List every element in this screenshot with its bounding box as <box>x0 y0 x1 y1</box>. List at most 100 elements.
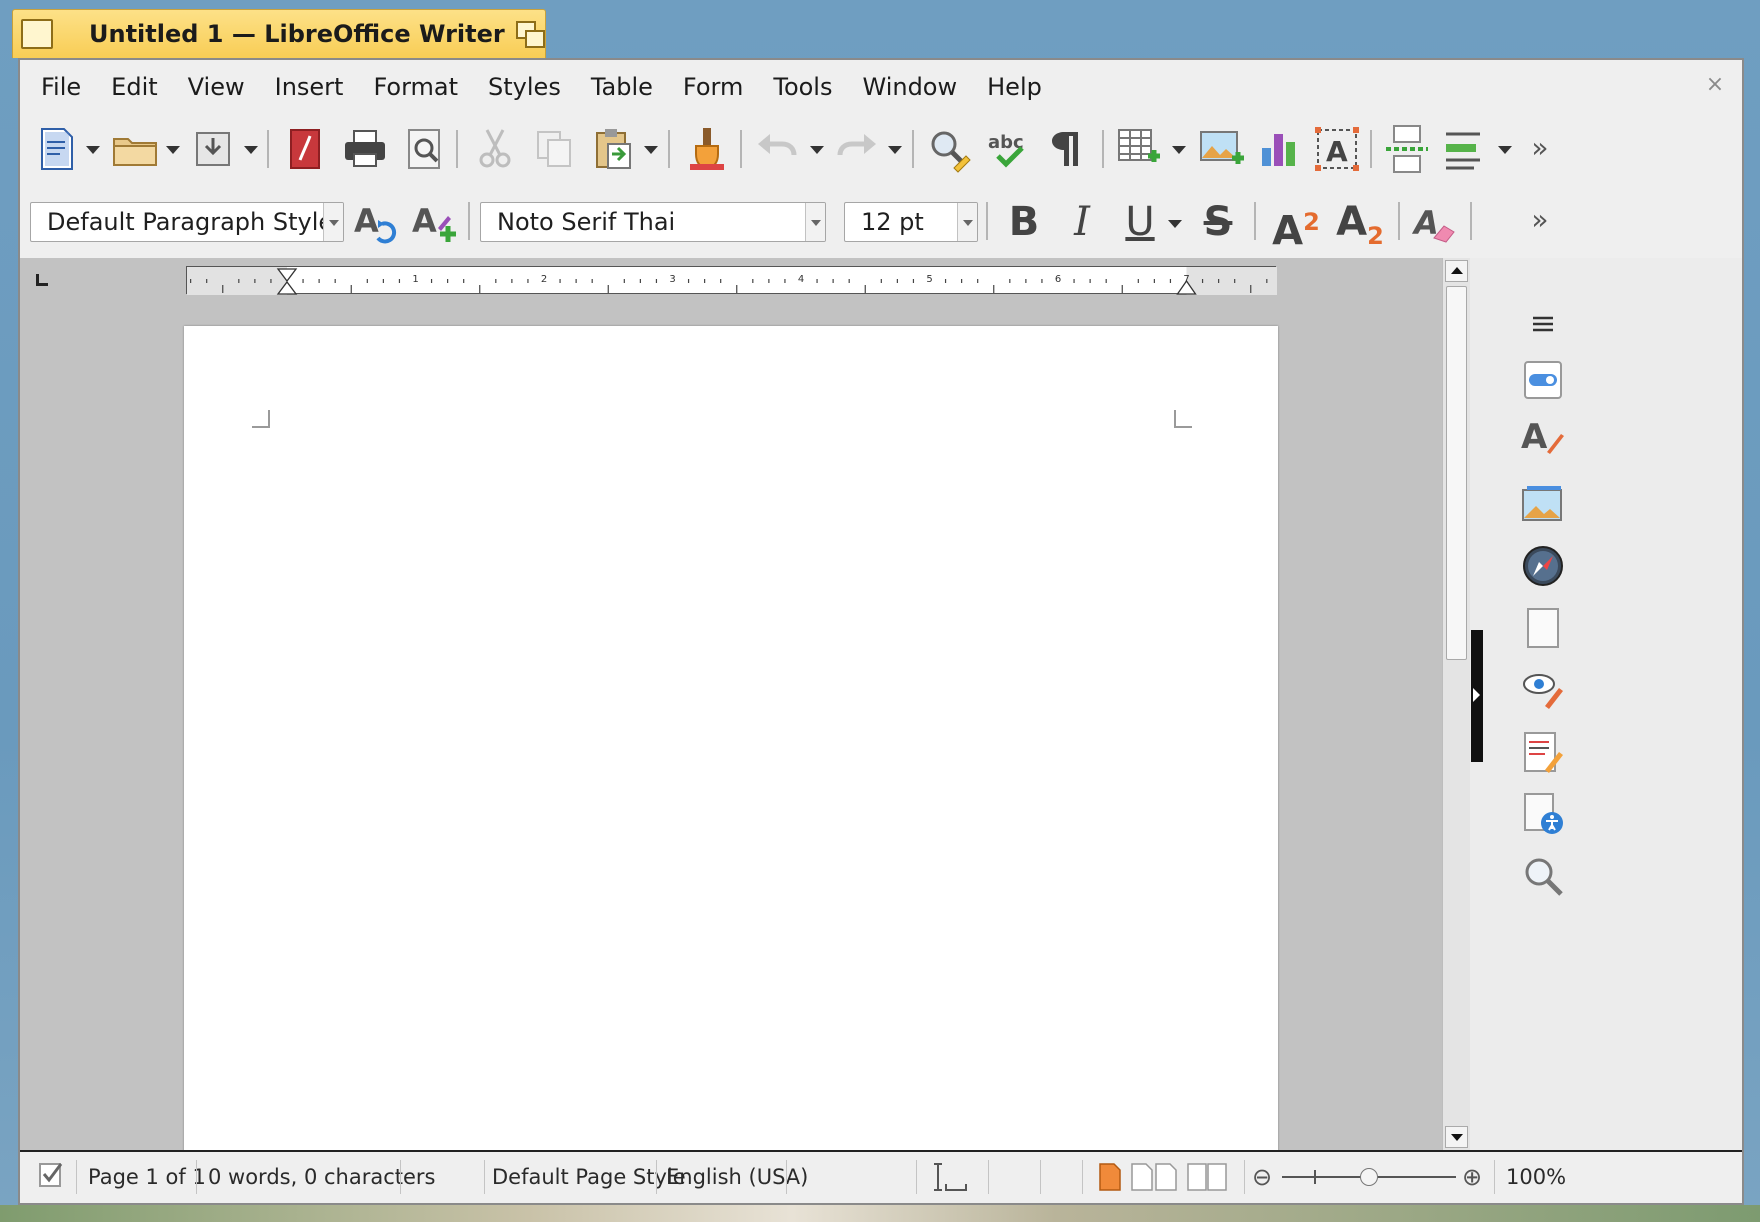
scroll-up-button[interactable] <box>1445 260 1468 282</box>
language-status[interactable]: English (USA) <box>666 1160 808 1194</box>
bold-button[interactable]: B <box>998 196 1050 248</box>
text-boundary-corner <box>252 410 270 428</box>
save-dropdown[interactable] <box>242 124 258 174</box>
book-view-icon[interactable] <box>1186 1162 1230 1192</box>
menu-file[interactable]: File <box>26 68 96 106</box>
find-replace-icon[interactable] <box>924 124 974 174</box>
sidebar-collapse-handle[interactable] <box>1471 630 1483 762</box>
insert-field-dropdown[interactable] <box>1496 124 1512 174</box>
zoom-percent[interactable]: 100% <box>1506 1160 1566 1194</box>
update-style-icon[interactable]: A <box>352 198 402 248</box>
font-name-combo[interactable]: Noto Serif Thai <box>480 202 826 242</box>
insert-field-icon[interactable] <box>1440 124 1490 174</box>
italic-button[interactable]: I <box>1056 196 1108 248</box>
signature-status-icon[interactable] <box>38 1160 64 1190</box>
insert-textbox-icon[interactable]: A <box>1312 124 1362 174</box>
menu-edit[interactable]: Edit <box>96 68 172 106</box>
open-folder-icon[interactable] <box>110 124 160 174</box>
clone-formatting-icon[interactable] <box>682 124 732 174</box>
manage-changes-icon[interactable] <box>1519 728 1567 776</box>
strikethrough-button[interactable]: S <box>1192 196 1244 248</box>
tab-stop-type-icon[interactable] <box>36 274 48 286</box>
menu-styles[interactable]: Styles <box>473 68 576 106</box>
save-icon[interactable] <box>188 124 238 174</box>
window-menu-icon[interactable] <box>21 19 53 49</box>
font-size-combo[interactable]: 12 pt <box>844 202 978 242</box>
zoom-in-icon[interactable]: ⊕ <box>1462 1160 1482 1194</box>
toolbar-separator <box>986 202 988 240</box>
insert-table-icon[interactable] <box>1114 124 1164 174</box>
toolbar-separator <box>668 130 670 168</box>
underline-button[interactable]: U <box>1114 196 1166 248</box>
style-inspector-icon[interactable] <box>1519 664 1567 712</box>
zoom-slider[interactable] <box>1282 1160 1456 1194</box>
word-count-status[interactable]: 0 words, 0 characters <box>208 1160 435 1194</box>
insert-page-break-icon[interactable] <box>1382 124 1432 174</box>
document-page[interactable] <box>184 326 1278 1150</box>
insert-image-icon[interactable] <box>1196 124 1246 174</box>
paste-dropdown[interactable] <box>642 124 658 174</box>
undo-icon[interactable] <box>752 124 802 174</box>
menu-form[interactable]: Form <box>668 68 758 106</box>
formatting-marks-icon[interactable] <box>1040 124 1090 174</box>
horizontal-ruler[interactable]: 1234567 <box>186 266 1277 295</box>
insert-table-dropdown[interactable] <box>1170 124 1186 174</box>
restore-window-icon[interactable] <box>515 20 547 50</box>
menu-help[interactable]: Help <box>972 68 1057 106</box>
chevron-down-icon[interactable] <box>323 203 343 241</box>
scroll-thumb[interactable] <box>1446 286 1467 660</box>
insert-chart-icon[interactable] <box>1254 124 1304 174</box>
cut-icon[interactable] <box>470 124 520 174</box>
redo-icon[interactable] <box>832 124 882 174</box>
menu-window[interactable]: Window <box>847 68 972 106</box>
print-preview-icon[interactable] <box>400 124 450 174</box>
new-style-icon[interactable]: A <box>410 198 460 248</box>
scroll-down-button[interactable] <box>1445 1126 1468 1148</box>
page-count-status[interactable]: Page 1 of 1 <box>88 1160 206 1194</box>
undo-dropdown[interactable] <box>808 124 824 174</box>
redo-dropdown[interactable] <box>886 124 902 174</box>
zoom-out-icon[interactable]: ⊖ <box>1252 1160 1272 1194</box>
superscript-button[interactable]: A2 <box>1266 196 1326 254</box>
subscript-mark: 2 <box>1367 222 1384 250</box>
chevron-down-icon[interactable] <box>805 203 825 241</box>
ruler-number: 5 <box>926 274 932 285</box>
zoom-slider-handle[interactable] <box>1360 1168 1378 1186</box>
toolbar-overflow-icon[interactable]: » <box>1528 200 1552 240</box>
menu-insert[interactable]: Insert <box>260 68 359 106</box>
print-icon[interactable] <box>340 124 390 174</box>
paragraph-style-combo[interactable]: Default Paragraph Style <box>30 202 344 242</box>
clear-formatting-icon[interactable]: A <box>1410 198 1460 248</box>
page-icon[interactable] <box>1519 604 1567 652</box>
sidebar-menu-icon[interactable] <box>1519 300 1567 348</box>
menu-format[interactable]: Format <box>358 68 473 106</box>
toolbar-separator <box>1102 130 1104 168</box>
multi-page-view-icon[interactable] <box>1130 1162 1178 1192</box>
accessibility-check-icon[interactable] <box>1519 790 1567 838</box>
underline-dropdown[interactable] <box>1166 198 1182 248</box>
styles-icon[interactable]: A <box>1519 412 1567 460</box>
close-document-icon[interactable]: × <box>1704 74 1726 96</box>
find-icon[interactable] <box>1519 852 1567 900</box>
window-title-tab[interactable]: Untitled 1 — LibreOffice Writer <box>12 9 546 58</box>
menu-tools[interactable]: Tools <box>758 68 847 106</box>
subscript-button[interactable]: A2 <box>1330 196 1390 250</box>
vertical-scrollbar[interactable] <box>1442 258 1470 1150</box>
toolbar-overflow-icon[interactable]: » <box>1528 128 1552 168</box>
new-document-dropdown[interactable] <box>84 124 100 174</box>
properties-icon[interactable] <box>1519 356 1567 404</box>
spellcheck-icon[interactable]: abc <box>984 124 1034 174</box>
gallery-icon[interactable] <box>1519 480 1567 528</box>
single-page-view-icon[interactable] <box>1098 1162 1122 1192</box>
insert-mode-icon[interactable] <box>930 1160 970 1194</box>
menu-view[interactable]: View <box>173 68 260 106</box>
menu-table[interactable]: Table <box>576 68 668 106</box>
navigator-icon[interactable] <box>1519 542 1567 590</box>
open-folder-dropdown[interactable] <box>164 124 180 174</box>
new-document-icon[interactable] <box>32 124 82 174</box>
export-pdf-icon[interactable] <box>280 124 330 174</box>
paste-icon[interactable] <box>588 124 638 174</box>
chevron-down-icon[interactable] <box>957 203 977 241</box>
copy-icon[interactable] <box>530 124 580 174</box>
desktop-background <box>0 1205 1760 1222</box>
